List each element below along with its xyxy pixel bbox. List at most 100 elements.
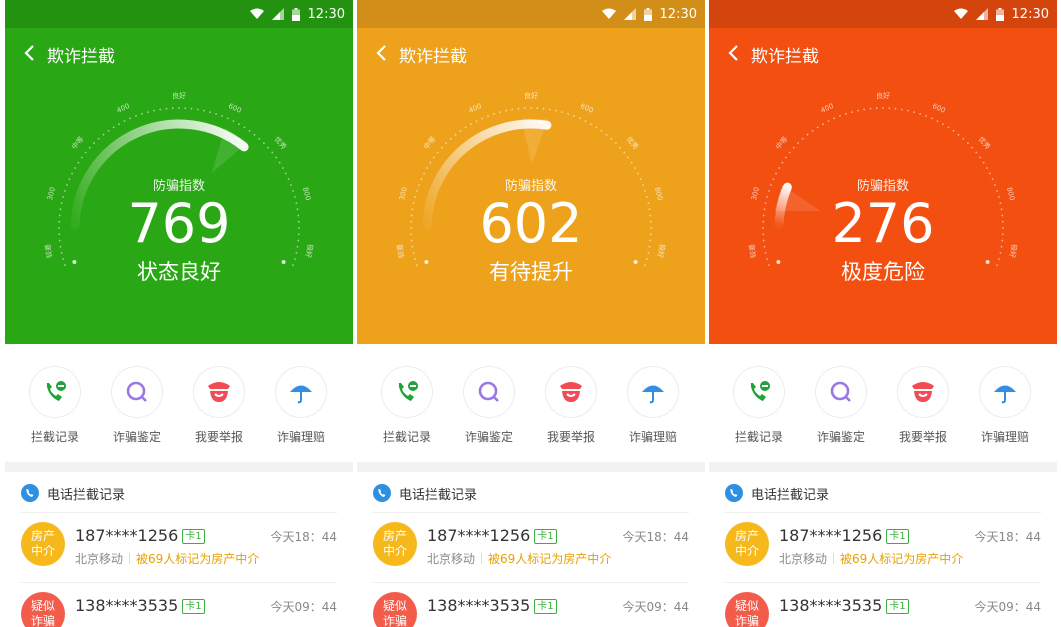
gauge-dot	[833, 117, 836, 120]
gauge-dot	[595, 126, 598, 129]
action-label: 诈骗理赔	[980, 430, 1029, 444]
gauge-dot	[523, 107, 526, 110]
gauge-dot	[429, 161, 432, 164]
gauge-scale-label: 中等	[774, 135, 790, 152]
gauge-dot	[153, 109, 156, 112]
gauge-dot	[634, 167, 636, 169]
record-number: 187****1256	[779, 526, 883, 545]
sim-card-badge: 卡1	[534, 599, 557, 614]
gauge-dot	[590, 123, 592, 125]
gauge-dot	[209, 111, 212, 113]
hero-panel: 12:30 欺诈拦截 较差 300 中等 400 良好 600 优秀 800 极好 防骗指数 6…	[357, 0, 705, 344]
gauge-status: 有待提升	[489, 260, 573, 284]
sim-card-badge: 卡1	[182, 529, 205, 544]
action-report[interactable]: 我要举报	[882, 366, 964, 445]
record-carrier: 北京移动	[75, 552, 124, 566]
action-block-records[interactable]: 拦截记录	[14, 366, 96, 445]
record-avatar: 疑似 诈骗	[21, 592, 65, 627]
separator	[833, 553, 835, 564]
action-label: 我要举报	[194, 430, 243, 444]
record-row[interactable]: 房产 中介 187****1256 卡1 今天18：44 北京移动 被69人标记为房…	[373, 512, 689, 583]
gauge-dot	[178, 107, 180, 109]
back-arrow-icon[interactable]	[19, 42, 41, 64]
action-fraud-check[interactable]: 诈骗鉴定	[800, 366, 882, 445]
record-row[interactable]: 房产 中介 187****1256 卡1 今天18：44 北京移动 被69人标记为房…	[725, 512, 1041, 583]
back-arrow-icon[interactable]	[371, 42, 393, 64]
records-title: 电话拦截记录	[47, 487, 126, 503]
records-title: 电话拦截记录	[751, 487, 830, 503]
gauge-dot	[971, 146, 974, 149]
action-claim[interactable]: 诈骗理赔	[260, 366, 342, 445]
record-number-line: 138****3535 卡1	[427, 596, 557, 615]
gauge-status: 状态良好	[137, 260, 221, 284]
gauge-dot	[907, 109, 909, 112]
page-title: 欺诈拦截	[751, 47, 819, 67]
record-carrier: 北京移动	[779, 552, 828, 566]
hero-panel: 12:30 欺诈拦截 较差 300 中等 400 良好 600 优秀 800 极好 防骗指数 2…	[709, 0, 1057, 344]
gauge-dot	[454, 133, 457, 136]
phone-block-icon	[750, 381, 770, 401]
avatar-text: 房产	[30, 529, 55, 543]
wifi-icon	[953, 8, 968, 19]
action-claim[interactable]: 诈骗理赔	[964, 366, 1046, 445]
gauge-dot	[123, 120, 126, 122]
gauge-scale-label: 600	[931, 102, 947, 115]
record-avatar: 房产 中介	[21, 522, 65, 566]
gauge-dot	[869, 107, 872, 110]
record-time: 今天18：44	[974, 530, 1041, 544]
gauge-dot	[248, 130, 251, 132]
action-block-records[interactable]: 拦截记录	[718, 366, 800, 445]
record-row[interactable]: 房产 中介 187****1256 卡1 今天18：44 北京移动 被69人标记为房…	[21, 512, 337, 583]
record-avatar: 房产 中介	[725, 522, 769, 566]
status-bar: 12:30	[709, 0, 1057, 28]
gauge-dot	[982, 161, 985, 164]
sim-card-badge: 卡1	[534, 529, 557, 544]
action-fraud-check[interactable]: 诈骗鉴定	[448, 366, 530, 445]
gauge-dot	[605, 133, 608, 136]
gauge-dot	[619, 146, 622, 149]
record-time: 今天18：44	[622, 530, 689, 544]
action-label: 诈骗鉴定	[816, 430, 865, 444]
back-arrow-icon[interactable]	[723, 42, 745, 64]
gauge-dot	[947, 126, 950, 129]
action-report[interactable]: 我要举报	[530, 366, 612, 445]
action-claim[interactable]: 诈骗理赔	[612, 366, 694, 445]
record-time: 今天09：44	[270, 600, 337, 614]
score-gauge: 较差 300 中等 400 良好 600 优秀 800 极好 防骗指数 602 有待提升	[357, 78, 705, 344]
gauge-dot	[436, 151, 439, 154]
record-avatar: 疑似 诈骗	[725, 592, 769, 627]
gauge-dot	[957, 133, 960, 136]
record-number: 138****3535	[427, 596, 531, 615]
gauge-scale-label: 优秀	[625, 135, 641, 152]
gauge-dot	[102, 133, 105, 136]
gauge-dot	[610, 137, 613, 140]
record-row[interactable]: 疑似 诈骗 138****3535 卡1 今天09：44	[725, 582, 1041, 627]
action-report[interactable]: 我要举报	[178, 366, 260, 445]
gauge-dot	[278, 161, 281, 164]
status-time: 12:30	[1011, 6, 1049, 22]
hero-panel: 12:30 欺诈拦截 较差 300 中等 400 良好 600 优秀 800 极好 防骗指数 7…	[5, 0, 353, 344]
record-time: 今天09：44	[622, 600, 689, 614]
gauge-dot	[827, 120, 830, 122]
battery-icon	[995, 7, 1004, 21]
search-icon	[830, 381, 851, 402]
action-fraud-check[interactable]: 诈骗鉴定	[96, 366, 178, 445]
gauge-dot	[857, 109, 859, 112]
record-row[interactable]: 疑似 诈骗 138****3535 卡1 今天09：44	[373, 582, 689, 627]
gauge-scale-label: 良好	[876, 91, 890, 100]
status-time: 12:30	[307, 6, 345, 22]
gauge-dot	[975, 151, 978, 154]
action-block-records[interactable]: 拦截记录	[366, 366, 448, 445]
action-label: 拦截记录	[30, 430, 79, 444]
quick-actions: 拦截记录 诈骗鉴定 我要举报 诈骗理赔	[5, 344, 353, 462]
record-number: 138****3535	[779, 596, 883, 615]
gauge-dot	[942, 123, 944, 125]
gauge-dot	[81, 156, 83, 159]
search-icon	[478, 381, 499, 402]
gauge-dot	[481, 117, 484, 120]
gauge-dot	[77, 161, 80, 164]
gauge-dot	[426, 167, 428, 169]
gauge-dot	[781, 161, 784, 164]
gauge-dot	[875, 107, 878, 110]
record-row[interactable]: 疑似 诈骗 138****3535 卡1 今天09：44	[21, 582, 337, 627]
